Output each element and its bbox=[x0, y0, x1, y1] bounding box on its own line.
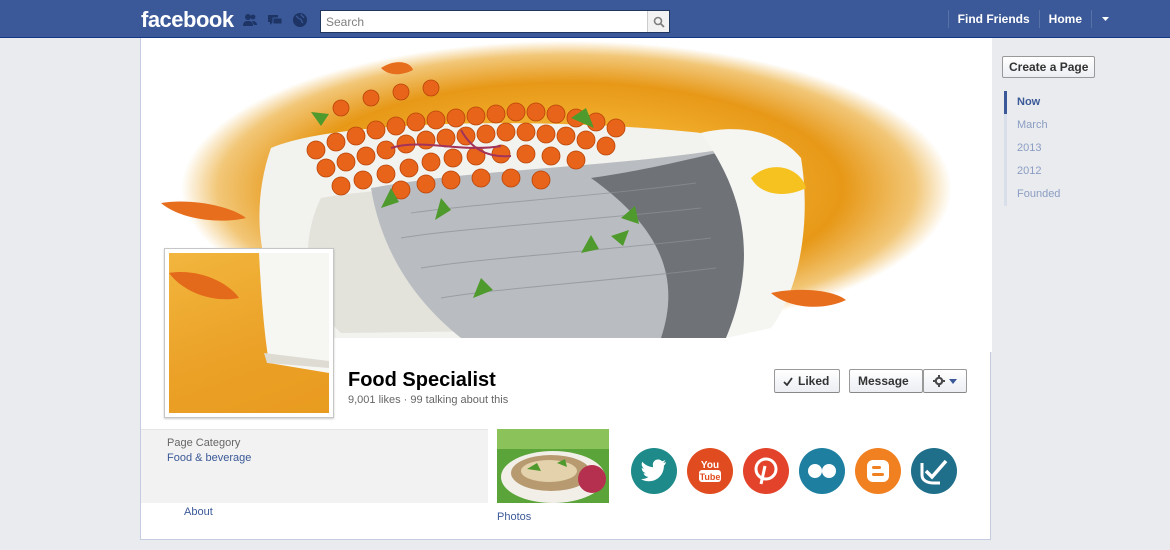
talking-count: 99 talking about this bbox=[410, 394, 509, 406]
svg-text:You: You bbox=[701, 460, 719, 471]
message-button[interactable]: Message bbox=[849, 369, 923, 393]
pinterest-icon[interactable] bbox=[743, 448, 789, 494]
search-input[interactable] bbox=[321, 11, 641, 32]
home-link[interactable]: Home bbox=[1038, 10, 1091, 28]
svg-text:Tube: Tube bbox=[700, 472, 721, 482]
friend-requests-icon[interactable] bbox=[242, 12, 258, 28]
liked-button[interactable]: Liked bbox=[774, 369, 840, 393]
profile-picture[interactable] bbox=[164, 248, 334, 418]
photos-link[interactable]: Photos bbox=[497, 511, 531, 523]
find-friends-link[interactable]: Find Friends bbox=[947, 10, 1039, 28]
check-icon bbox=[783, 376, 793, 386]
blogger-icon[interactable] bbox=[855, 448, 901, 494]
search-box bbox=[320, 10, 670, 33]
message-label: Message bbox=[858, 374, 909, 388]
facebook-logo[interactable]: facebook bbox=[141, 7, 234, 33]
liked-label: Liked bbox=[798, 374, 830, 388]
page-title: Food Specialist bbox=[348, 369, 496, 391]
page-settings-button[interactable] bbox=[923, 369, 967, 393]
scrubber-item-founded[interactable]: Founded bbox=[1004, 183, 1084, 206]
timeline-main: Food Specialist 9,001 likes · 99 talking… bbox=[140, 38, 992, 540]
timeline-scrubber: Now March 2013 2012 Founded bbox=[1004, 91, 1084, 206]
likes-count[interactable]: 9,001 likes bbox=[348, 394, 401, 406]
top-nav: Find Friends Home bbox=[947, 0, 1170, 38]
search-icon bbox=[653, 16, 665, 28]
foursquare-icon[interactable] bbox=[911, 448, 957, 494]
scrubber-item-march[interactable]: March bbox=[1004, 114, 1084, 137]
youtube-icon[interactable]: You Tube bbox=[687, 448, 733, 494]
category-link[interactable]: Food & beverage bbox=[167, 452, 251, 464]
create-page-button[interactable]: Create a Page bbox=[1002, 56, 1096, 78]
profile-image bbox=[169, 253, 329, 413]
scrubber-item-2012[interactable]: 2012 bbox=[1004, 160, 1084, 183]
page-info-box: Page Category Food & beverage bbox=[141, 429, 488, 503]
page-stats: 9,001 likes · 99 talking about this bbox=[348, 394, 509, 406]
chevron-down-icon bbox=[949, 378, 957, 384]
account-menu-button[interactable] bbox=[1091, 10, 1170, 28]
gear-icon bbox=[933, 375, 945, 387]
search-button[interactable] bbox=[647, 11, 669, 32]
messages-icon[interactable] bbox=[267, 12, 283, 28]
scrubber-item-now[interactable]: Now bbox=[1004, 91, 1084, 114]
top-bar: facebook Find Friends Home bbox=[0, 0, 1170, 38]
notifications-globe-icon[interactable] bbox=[292, 12, 308, 28]
about-link[interactable]: About bbox=[184, 506, 213, 518]
chevron-down-icon bbox=[1102, 17, 1109, 21]
category-label: Page Category bbox=[167, 437, 241, 449]
photos-thumbnail[interactable] bbox=[497, 429, 609, 503]
photo-food-image bbox=[497, 429, 609, 503]
flickr-icon[interactable] bbox=[799, 448, 845, 494]
scrubber-item-2013[interactable]: 2013 bbox=[1004, 137, 1084, 160]
twitter-icon[interactable] bbox=[631, 448, 677, 494]
